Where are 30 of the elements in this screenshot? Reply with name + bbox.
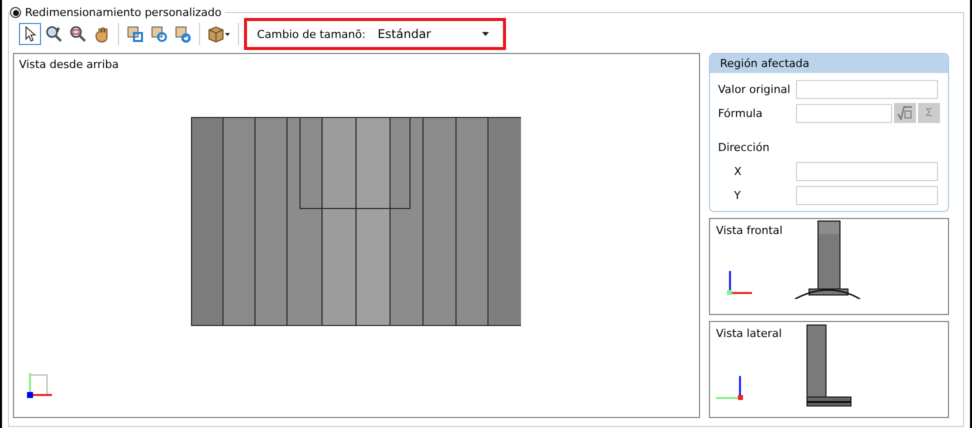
field-label: Y	[733, 188, 742, 202]
axes-icon	[26, 372, 53, 399]
axes-icon	[715, 375, 744, 401]
input-field[interactable]	[796, 104, 892, 122]
view-title: Vista frontal	[716, 224, 783, 237]
zoom-window-icon	[69, 25, 87, 43]
field-label: Valor original	[718, 82, 792, 96]
circle-select-icon	[174, 25, 192, 43]
input-field[interactable]	[796, 162, 938, 180]
toolbar-button[interactable]	[19, 23, 41, 45]
radio-label: Redimensionamiento personalizado	[25, 6, 222, 19]
panel-title: Región afectada	[710, 54, 948, 73]
input-field[interactable]	[796, 186, 938, 204]
field-label: Dirección	[718, 140, 770, 154]
dropdown-arrow-icon	[482, 32, 489, 36]
circle-select-icon	[150, 25, 168, 43]
square-select-icon	[126, 25, 144, 43]
view-title: Vista desde arriba	[19, 58, 119, 71]
resize-label: Cambio de tamanõ:	[257, 28, 366, 40]
resize-dropdown[interactable]: Estándar	[374, 27, 493, 41]
square-root-icon	[897, 106, 913, 120]
radio-button[interactable]	[10, 7, 21, 18]
field-label: X	[733, 164, 743, 178]
zoom-in-icon	[45, 25, 63, 43]
input-field[interactable]	[796, 80, 938, 98]
box-icon	[207, 25, 231, 43]
view-title: Vista lateral	[716, 327, 782, 340]
field-label: Fórmula	[718, 106, 764, 120]
square-root-button[interactable]	[894, 103, 916, 123]
axes-icon	[726, 270, 752, 296]
